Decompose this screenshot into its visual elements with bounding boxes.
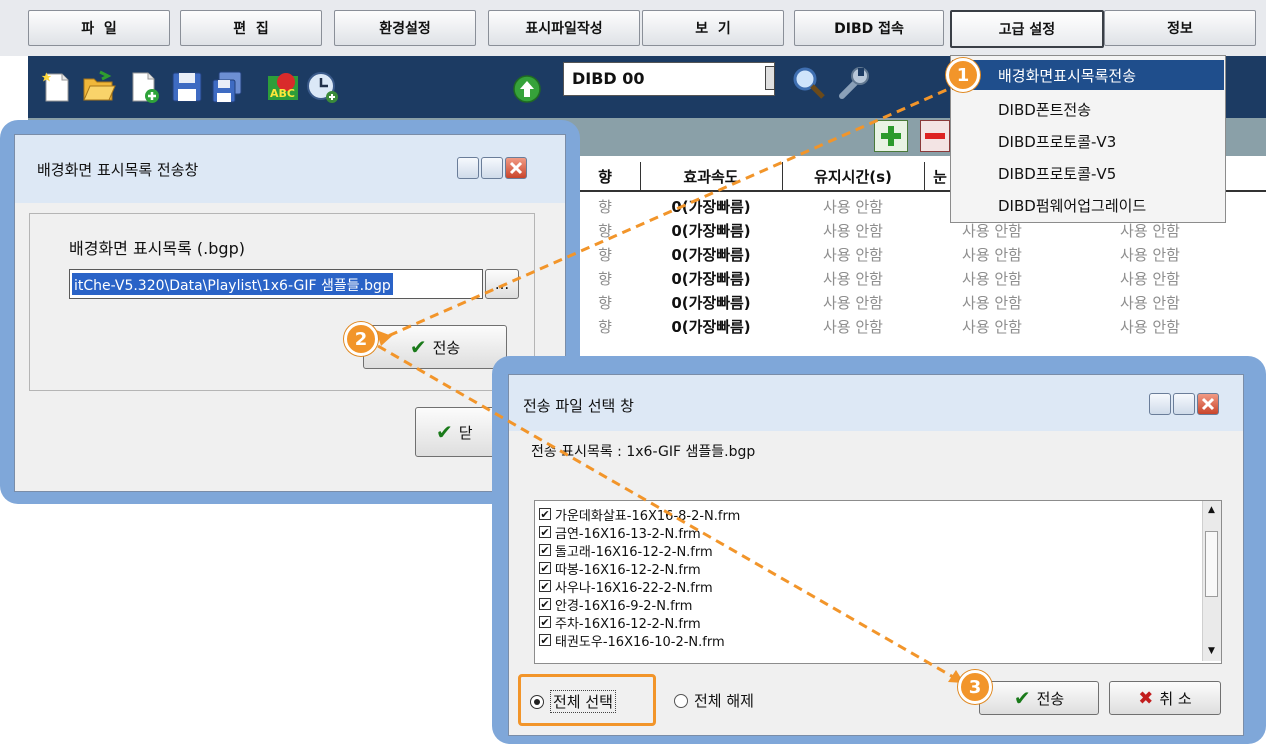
step-badge-2: 2 [344,322,378,356]
step-badge-1: 1 [946,58,980,92]
step-badge-3: 3 [958,670,992,704]
arrow-head [376,330,392,346]
arrow-2-to-3 [377,344,963,684]
annotation-arrows [376,82,964,684]
arrow-1-to-2 [387,82,961,338]
